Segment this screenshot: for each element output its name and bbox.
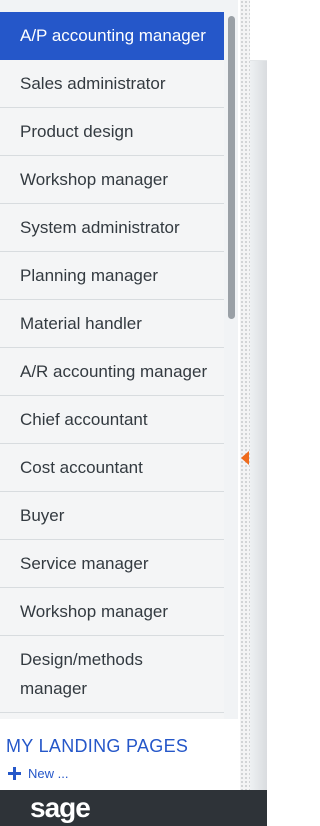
role-item[interactable]: Design/methods manager (0, 636, 224, 713)
main-content-area (250, 0, 267, 790)
role-list-scrollbar[interactable] (225, 12, 238, 719)
role-item[interactable]: A/P accounting manager (0, 12, 224, 60)
landing-pages-section: MY LANDING PAGES New ... (0, 719, 238, 790)
role-item[interactable]: Buyer (0, 492, 224, 540)
new-link-label: New ... (28, 766, 69, 781)
main-header (250, 0, 267, 61)
landing-pages-title: MY LANDING PAGES (6, 736, 189, 756)
plus-icon (8, 767, 21, 780)
role-item[interactable]: Cost accountant (0, 444, 224, 492)
sage-logo: sage (30, 792, 91, 823)
role-item[interactable]: Sales administrator (0, 60, 224, 108)
role-item[interactable]: Material handler (0, 300, 224, 348)
role-list: A/P accounting manager Sales administrato… (0, 12, 224, 719)
role-panel: A/P accounting manager Sales administrato… (0, 0, 238, 719)
role-item[interactable]: Service manager (0, 540, 224, 588)
role-item[interactable]: Chief accountant (0, 396, 224, 444)
role-item[interactable]: Workshop manager (0, 588, 224, 636)
role-item[interactable]: Workshop manager (0, 156, 224, 204)
scrollbar-thumb[interactable] (228, 16, 235, 319)
collapse-panel-icon[interactable] (241, 451, 249, 465)
footer-bar: sage (0, 790, 267, 826)
role-item[interactable]: A/R accounting manager (0, 348, 224, 396)
role-item[interactable]: Planning manager (0, 252, 224, 300)
role-item[interactable]: System administrator (0, 204, 224, 252)
role-item[interactable]: Product design (0, 108, 224, 156)
main-content (250, 61, 267, 790)
new-landing-page-link[interactable]: New ... (8, 766, 68, 781)
panel-splitter[interactable] (240, 0, 250, 790)
